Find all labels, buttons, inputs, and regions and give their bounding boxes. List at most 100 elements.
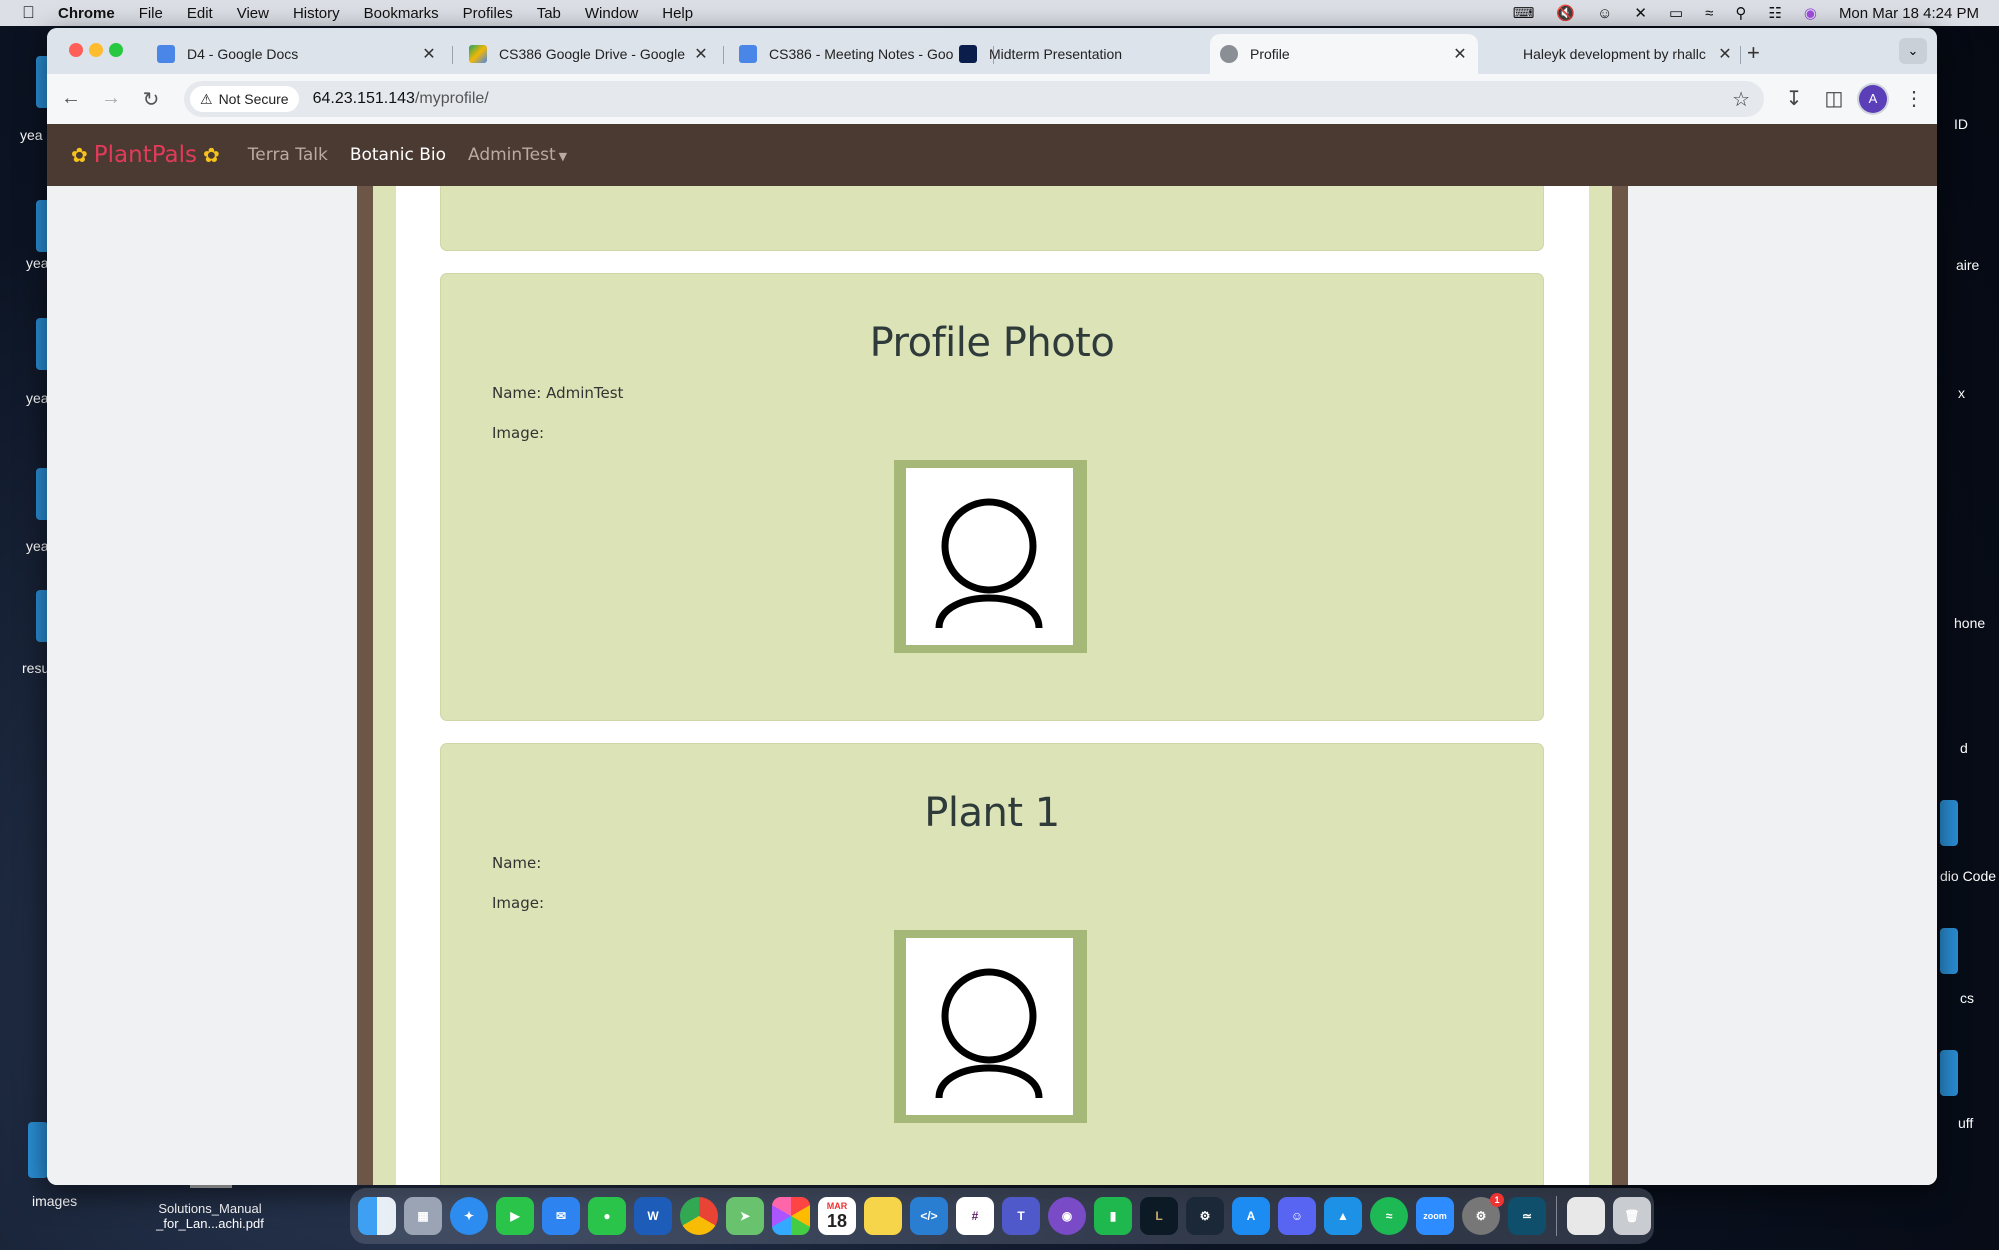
messages-icon[interactable]: ● — [588, 1197, 626, 1235]
desktop-label[interactable]: x — [1958, 385, 1965, 401]
mute-icon[interactable]: 🔇 — [1556, 4, 1575, 22]
chrome-icon[interactable] — [680, 1197, 718, 1235]
slack-icon[interactable]: # — [956, 1197, 994, 1235]
bluetooth-off-icon[interactable]: ✕ — [1634, 4, 1647, 22]
facetime-icon[interactable]: ▶ — [496, 1197, 534, 1235]
control-center-icon[interactable]: ☷ — [1768, 4, 1781, 22]
apple-menu-icon[interactable]:  — [22, 3, 42, 23]
tab-d4-google-docs[interactable]: D4 - Google Docs ✕ — [147, 34, 447, 74]
tab-cs386-google-drive[interactable]: CS386 Google Drive - Google ✕ — [459, 34, 719, 74]
kebab-menu-icon[interactable]: ⋮ — [1902, 86, 1926, 111]
safari-icon[interactable]: ✦ — [450, 1197, 488, 1235]
discord-icon[interactable]: ☺ — [1278, 1197, 1316, 1235]
user-icon[interactable]: ☺ — [1597, 5, 1612, 22]
search-icon[interactable]: ⚲ — [1735, 4, 1746, 22]
desktop-label[interactable]: uff — [1958, 1115, 1973, 1131]
mysql-icon[interactable]: ≃ — [1508, 1197, 1546, 1235]
desktop-label[interactable]: yea — [26, 538, 49, 554]
word-icon[interactable]: W — [634, 1197, 672, 1235]
maximize-window-button[interactable] — [109, 43, 123, 57]
side-panel-icon[interactable]: ◫ — [1822, 86, 1846, 111]
nav-terra-talk[interactable]: Terra Talk — [248, 145, 328, 165]
menu-app-name[interactable]: Chrome — [58, 5, 115, 22]
close-tab-icon[interactable]: ✕ — [691, 44, 711, 64]
close-tab-icon[interactable]: ✕ — [1715, 44, 1735, 64]
tab-haleyk-development[interactable]: Haleyk development by rhallc ✕ — [1483, 34, 1743, 74]
keyboard-icon[interactable]: ⌨ — [1513, 4, 1535, 22]
menu-history[interactable]: History — [293, 5, 340, 22]
siri-icon[interactable]: ◉ — [1804, 4, 1817, 22]
site-navbar: ✿ PlantPals ✿ Terra Talk Botanic Bio Adm… — [47, 124, 1937, 186]
wifi-icon[interactable]: ≈ — [1705, 5, 1713, 22]
minimize-window-button[interactable] — [89, 43, 103, 57]
app-store-icon[interactable]: A — [1232, 1197, 1270, 1235]
desktop-label[interactable]: resu — [22, 660, 49, 676]
desktop-label[interactable]: cs — [1960, 990, 1974, 1006]
close-window-button[interactable] — [69, 43, 83, 57]
calendar-icon[interactable]: MAR 18 — [818, 1197, 856, 1235]
league-icon[interactable]: L — [1140, 1197, 1178, 1235]
close-tab-icon[interactable]: ✕ — [1450, 44, 1470, 64]
tab-search-chevron-icon[interactable]: ⌄ — [1899, 38, 1927, 64]
spotify-icon[interactable]: ≈ — [1370, 1197, 1408, 1235]
profile-avatar[interactable]: A — [1859, 85, 1887, 113]
desktop-label[interactable]: d — [1960, 740, 1968, 756]
url-text[interactable]: 64.23.151.143/myprofile/ — [313, 90, 489, 108]
desktop-label-pdf[interactable]: Solutions_Manual _for_Lan...achi.pdf — [150, 1201, 270, 1231]
nav-admintest-dropdown[interactable]: AdminTest ▼ — [468, 145, 567, 165]
nav-botanic-bio[interactable]: Botanic Bio — [350, 145, 446, 165]
github-desktop-icon[interactable]: ◉ — [1048, 1197, 1086, 1235]
desktop-label[interactable]: aire — [1956, 257, 1979, 273]
steam-icon[interactable]: ⚙ — [1186, 1197, 1224, 1235]
tab-midterm-presentation[interactable]: Midterm Presentation ✕ — [949, 34, 1249, 74]
desktop-file-icon[interactable] — [1940, 800, 1958, 846]
desktop-label[interactable]: hone — [1954, 615, 1985, 631]
menu-clock[interactable]: Mon Mar 18 4:24 PM — [1839, 5, 1979, 22]
menu-file[interactable]: File — [139, 5, 163, 22]
close-tab-icon[interactable]: ✕ — [419, 44, 439, 64]
notes-icon[interactable] — [864, 1197, 902, 1235]
downloads-icon[interactable]: ↧ — [1782, 86, 1806, 111]
vscode-icon[interactable]: </> — [910, 1197, 948, 1235]
desktop-label[interactable]: yea — [26, 255, 49, 271]
menu-window[interactable]: Window — [585, 5, 638, 22]
desktop-label[interactable]: yea — [20, 127, 43, 143]
tab-profile[interactable]: Profile ✕ — [1210, 34, 1478, 74]
docker-icon[interactable]: ▲ — [1324, 1197, 1362, 1235]
menu-help[interactable]: Help — [662, 5, 693, 22]
menu-tab[interactable]: Tab — [537, 5, 561, 22]
zoom-icon[interactable]: zoom — [1416, 1197, 1454, 1235]
teams-icon[interactable]: T — [1002, 1197, 1040, 1235]
settings-icon[interactable]: ⚙ 1 — [1462, 1193, 1504, 1235]
reload-icon[interactable]: ↻ — [139, 87, 163, 112]
security-chip[interactable]: ⚠ Not Secure — [190, 86, 299, 112]
plant-photo[interactable] — [894, 930, 1087, 1123]
bookmark-star-icon[interactable]: ☆ — [1732, 87, 1750, 112]
desktop-file-icon[interactable] — [1940, 1050, 1958, 1096]
numbers-icon[interactable]: ▮ — [1094, 1197, 1132, 1235]
launchpad-icon[interactable]: ▦ — [404, 1197, 442, 1235]
desktop-label[interactable]: yea — [26, 390, 49, 406]
site-brand[interactable]: ✿ PlantPals ✿ — [65, 142, 226, 168]
menu-profiles[interactable]: Profiles — [463, 5, 513, 22]
desktop-label[interactable]: ID — [1954, 116, 1968, 132]
back-icon[interactable]: ← — [59, 87, 83, 110]
desktop-file-icon[interactable] — [1940, 928, 1958, 974]
desktop-label[interactable]: dio Code — [1940, 868, 1996, 884]
menu-bookmarks[interactable]: Bookmarks — [364, 5, 439, 22]
trash-icon[interactable]: 🗑 — [1613, 1197, 1651, 1235]
menu-edit[interactable]: Edit — [187, 5, 213, 22]
address-bar[interactable]: ⚠ Not Secure 64.23.151.143/myprofile/ ☆ — [184, 81, 1764, 117]
mail-icon[interactable]: ✉ — [542, 1197, 580, 1235]
finder-icon[interactable] — [358, 1197, 396, 1235]
profile-photo[interactable] — [894, 460, 1087, 653]
desktop-folder-icon[interactable] — [28, 1122, 48, 1178]
forward-icon[interactable]: → — [99, 87, 123, 110]
photos-icon[interactable] — [772, 1197, 810, 1235]
battery-icon[interactable]: ▭ — [1669, 4, 1683, 22]
maps-icon[interactable]: ➤ — [726, 1197, 764, 1235]
menu-view[interactable]: View — [237, 5, 269, 22]
new-tab-icon[interactable]: + — [1747, 40, 1760, 66]
desktop-label-images[interactable]: images — [32, 1193, 77, 1209]
document-icon[interactable] — [1567, 1197, 1605, 1235]
